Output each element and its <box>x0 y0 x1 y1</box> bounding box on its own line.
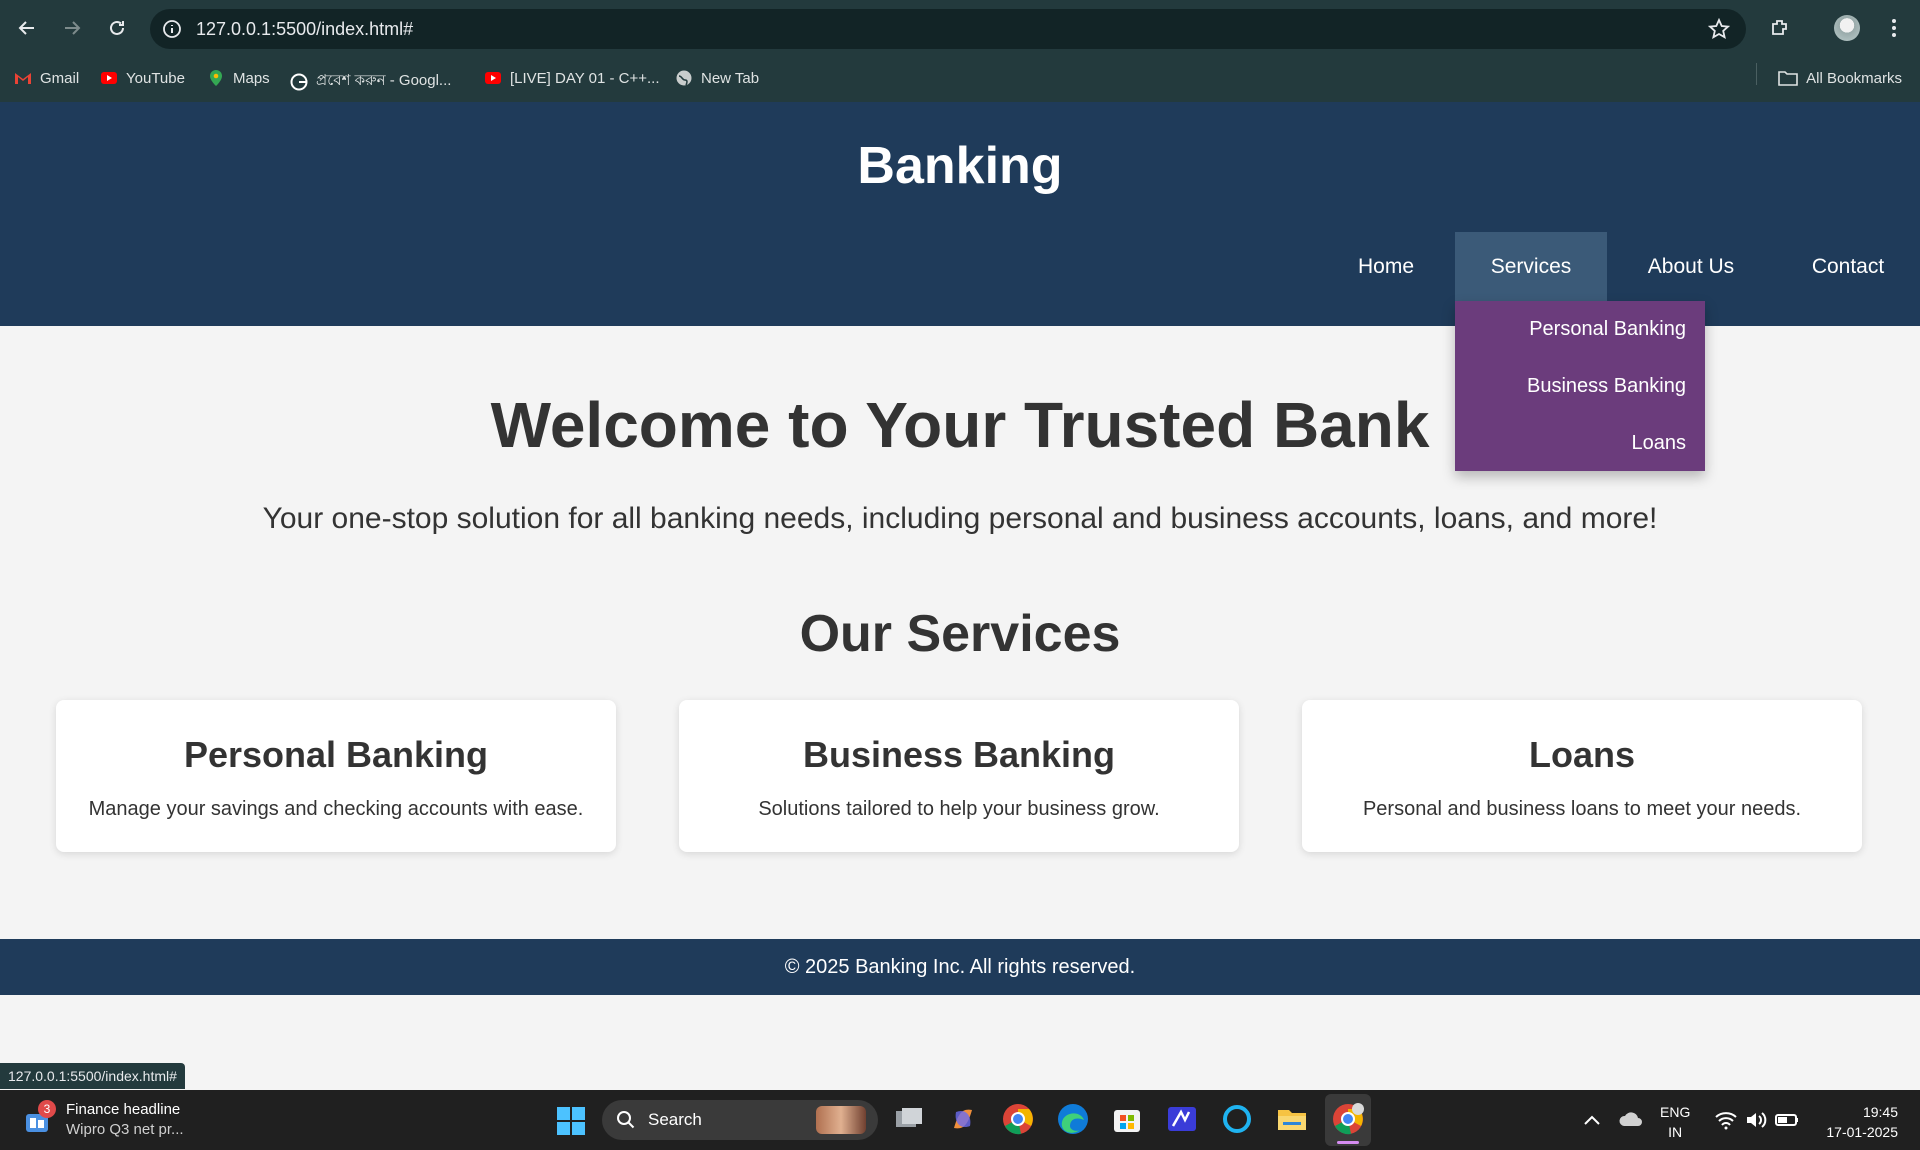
notification-badge: 3 <box>38 1100 56 1118</box>
dropdown-personal-banking[interactable]: Personal Banking <box>1529 318 1686 341</box>
kebab-menu-icon[interactable] <box>1882 16 1906 40</box>
google-icon <box>290 73 308 90</box>
bookmark-label: Maps <box>233 69 270 87</box>
bookmark-label: [LIVE] DAY 01 - C++... <box>510 69 660 87</box>
task-view-icon[interactable] <box>892 1102 926 1136</box>
active-app-indicator <box>1337 1141 1359 1144</box>
globe-icon <box>676 70 692 86</box>
search-label: Search <box>648 1110 702 1129</box>
wifi-icon[interactable] <box>1714 1108 1738 1132</box>
tagline: Your one-stop solution for all banking n… <box>262 502 1658 535</box>
profile-avatar[interactable] <box>1834 15 1860 41</box>
region-code: IN <box>1668 1124 1683 1140</box>
system-clock[interactable]: 19:45 17-01-2025 <box>1826 1102 1898 1150</box>
folder-icon <box>1778 71 1798 86</box>
bookmark-label: প্রবেশ করুন - Googl... <box>316 72 452 89</box>
chevron-up-icon[interactable] <box>1580 1109 1604 1133</box>
windows-start-icon[interactable] <box>556 1106 586 1136</box>
address-bar[interactable]: 127.0.0.1:5500/index.html# <box>150 9 1746 49</box>
copilot-icon[interactable] <box>946 1102 980 1136</box>
forward-arrow-icon <box>65 21 81 35</box>
search-highlight-image <box>816 1106 866 1134</box>
search-icon <box>617 1111 635 1129</box>
youtube-icon <box>101 72 117 84</box>
bookmark-label: New Tab <box>701 69 760 87</box>
taskbar-search[interactable]: Search <box>602 1100 878 1140</box>
bookmark-label: YouTube <box>126 69 185 87</box>
site-header: Banking Home Services About Us Contact <box>0 102 1920 326</box>
cortana-icon[interactable] <box>1220 1102 1254 1136</box>
bookmark-youtube[interactable]: YouTube <box>100 69 185 87</box>
card-title: Business Banking <box>802 734 1116 775</box>
widget-title: Finance headline <box>66 1101 181 1118</box>
all-bookmarks-label: All Bookmarks <box>1806 69 1902 87</box>
bookmark-new-tab[interactable]: New Tab <box>675 69 759 87</box>
all-bookmarks-button[interactable]: All Bookmarks <box>1778 69 1902 87</box>
bookmark-gmail[interactable]: Gmail <box>14 69 79 87</box>
welcome-heading: Welcome to Your Trusted Bank <box>490 389 1430 461</box>
onedrive-cloud-icon[interactable] <box>1618 1108 1644 1132</box>
back-arrow-icon <box>18 21 34 35</box>
dev-app-icon[interactable] <box>1165 1102 1199 1136</box>
card-text: Solutions tailored to help your business… <box>758 798 1160 820</box>
language-indicator[interactable]: ENG IN <box>1660 1102 1690 1150</box>
nav-services[interactable]: Services <box>1455 232 1607 302</box>
maps-icon <box>210 70 222 86</box>
youtube-icon <box>485 72 501 84</box>
chrome-icon[interactable] <box>1001 1102 1035 1136</box>
card-text: Personal and business loans to meet your… <box>1362 798 1802 820</box>
extensions-icon[interactable] <box>1768 16 1792 40</box>
bookmark-star-icon[interactable] <box>1708 18 1730 40</box>
site-info-icon[interactable] <box>162 19 182 39</box>
battery-icon[interactable] <box>1774 1108 1800 1132</box>
bookmark-live-cpp[interactable]: [LIVE] DAY 01 - C++... <box>484 69 660 87</box>
back-button[interactable] <box>11 12 43 44</box>
widget-subtitle: Wipro Q3 net pr... <box>66 1121 184 1138</box>
bookmarks-divider <box>1756 63 1757 85</box>
widgets-icon: 3 <box>20 1100 56 1138</box>
site-title: Banking <box>857 137 1063 195</box>
card-text: Manage your savings and checking account… <box>88 798 584 820</box>
clock-time: 19:45 <box>1862 1104 1898 1120</box>
card-title: Loans <box>1528 734 1635 775</box>
chrome-profile-icon[interactable] <box>1331 1102 1365 1136</box>
bookmark-maps[interactable]: Maps <box>207 69 270 87</box>
reload-icon <box>110 20 124 35</box>
volume-icon[interactable] <box>1744 1108 1768 1132</box>
main-nav: Home Services About Us Contact <box>0 232 1920 302</box>
file-explorer-icon[interactable] <box>1275 1102 1309 1136</box>
service-card-loans: Loans Personal and business loans to mee… <box>1302 700 1862 852</box>
windows-taskbar: 3 Finance headline Wipro Q3 net pr... Se… <box>0 1090 1920 1150</box>
service-card-personal-banking: Personal Banking Manage your savings and… <box>56 700 616 852</box>
edge-icon[interactable] <box>1056 1102 1090 1136</box>
nav-home[interactable]: Home <box>1327 232 1445 302</box>
gmail-icon <box>15 73 31 84</box>
forward-button[interactable] <box>56 12 88 44</box>
clock-date: 17-01-2025 <box>1826 1124 1898 1140</box>
bookmark-label: Gmail <box>40 69 80 87</box>
nav-contact[interactable]: Contact <box>1795 232 1901 302</box>
reload-button[interactable] <box>101 12 133 44</box>
microsoft-store-icon[interactable] <box>1110 1102 1144 1136</box>
card-title: Personal Banking <box>183 734 489 775</box>
services-heading: Our Services <box>799 605 1121 663</box>
site-footer: © 2025 Banking Inc. All rights reserved. <box>0 939 1920 995</box>
bookmark-google-signin[interactable]: প্রবেশ করুন - Googl... <box>290 69 451 94</box>
url-text[interactable]: 127.0.0.1:5500/index.html# <box>196 19 413 40</box>
bookmarks-bar: Gmail YouTube Maps প্রবেশ করুন - Googl..… <box>0 56 1920 102</box>
news-widget[interactable]: 3 Finance headline Wipro Q3 net pr... <box>20 1100 184 1140</box>
service-card-business-banking: Business Banking Solutions tailored to h… <box>679 700 1239 852</box>
nav-about-us[interactable]: About Us <box>1627 232 1755 302</box>
link-status-bubble: 127.0.0.1:5500/index.html# <box>0 1063 185 1089</box>
browser-toolbar: 127.0.0.1:5500/index.html# <box>0 0 1920 56</box>
language-code: ENG <box>1660 1104 1691 1120</box>
